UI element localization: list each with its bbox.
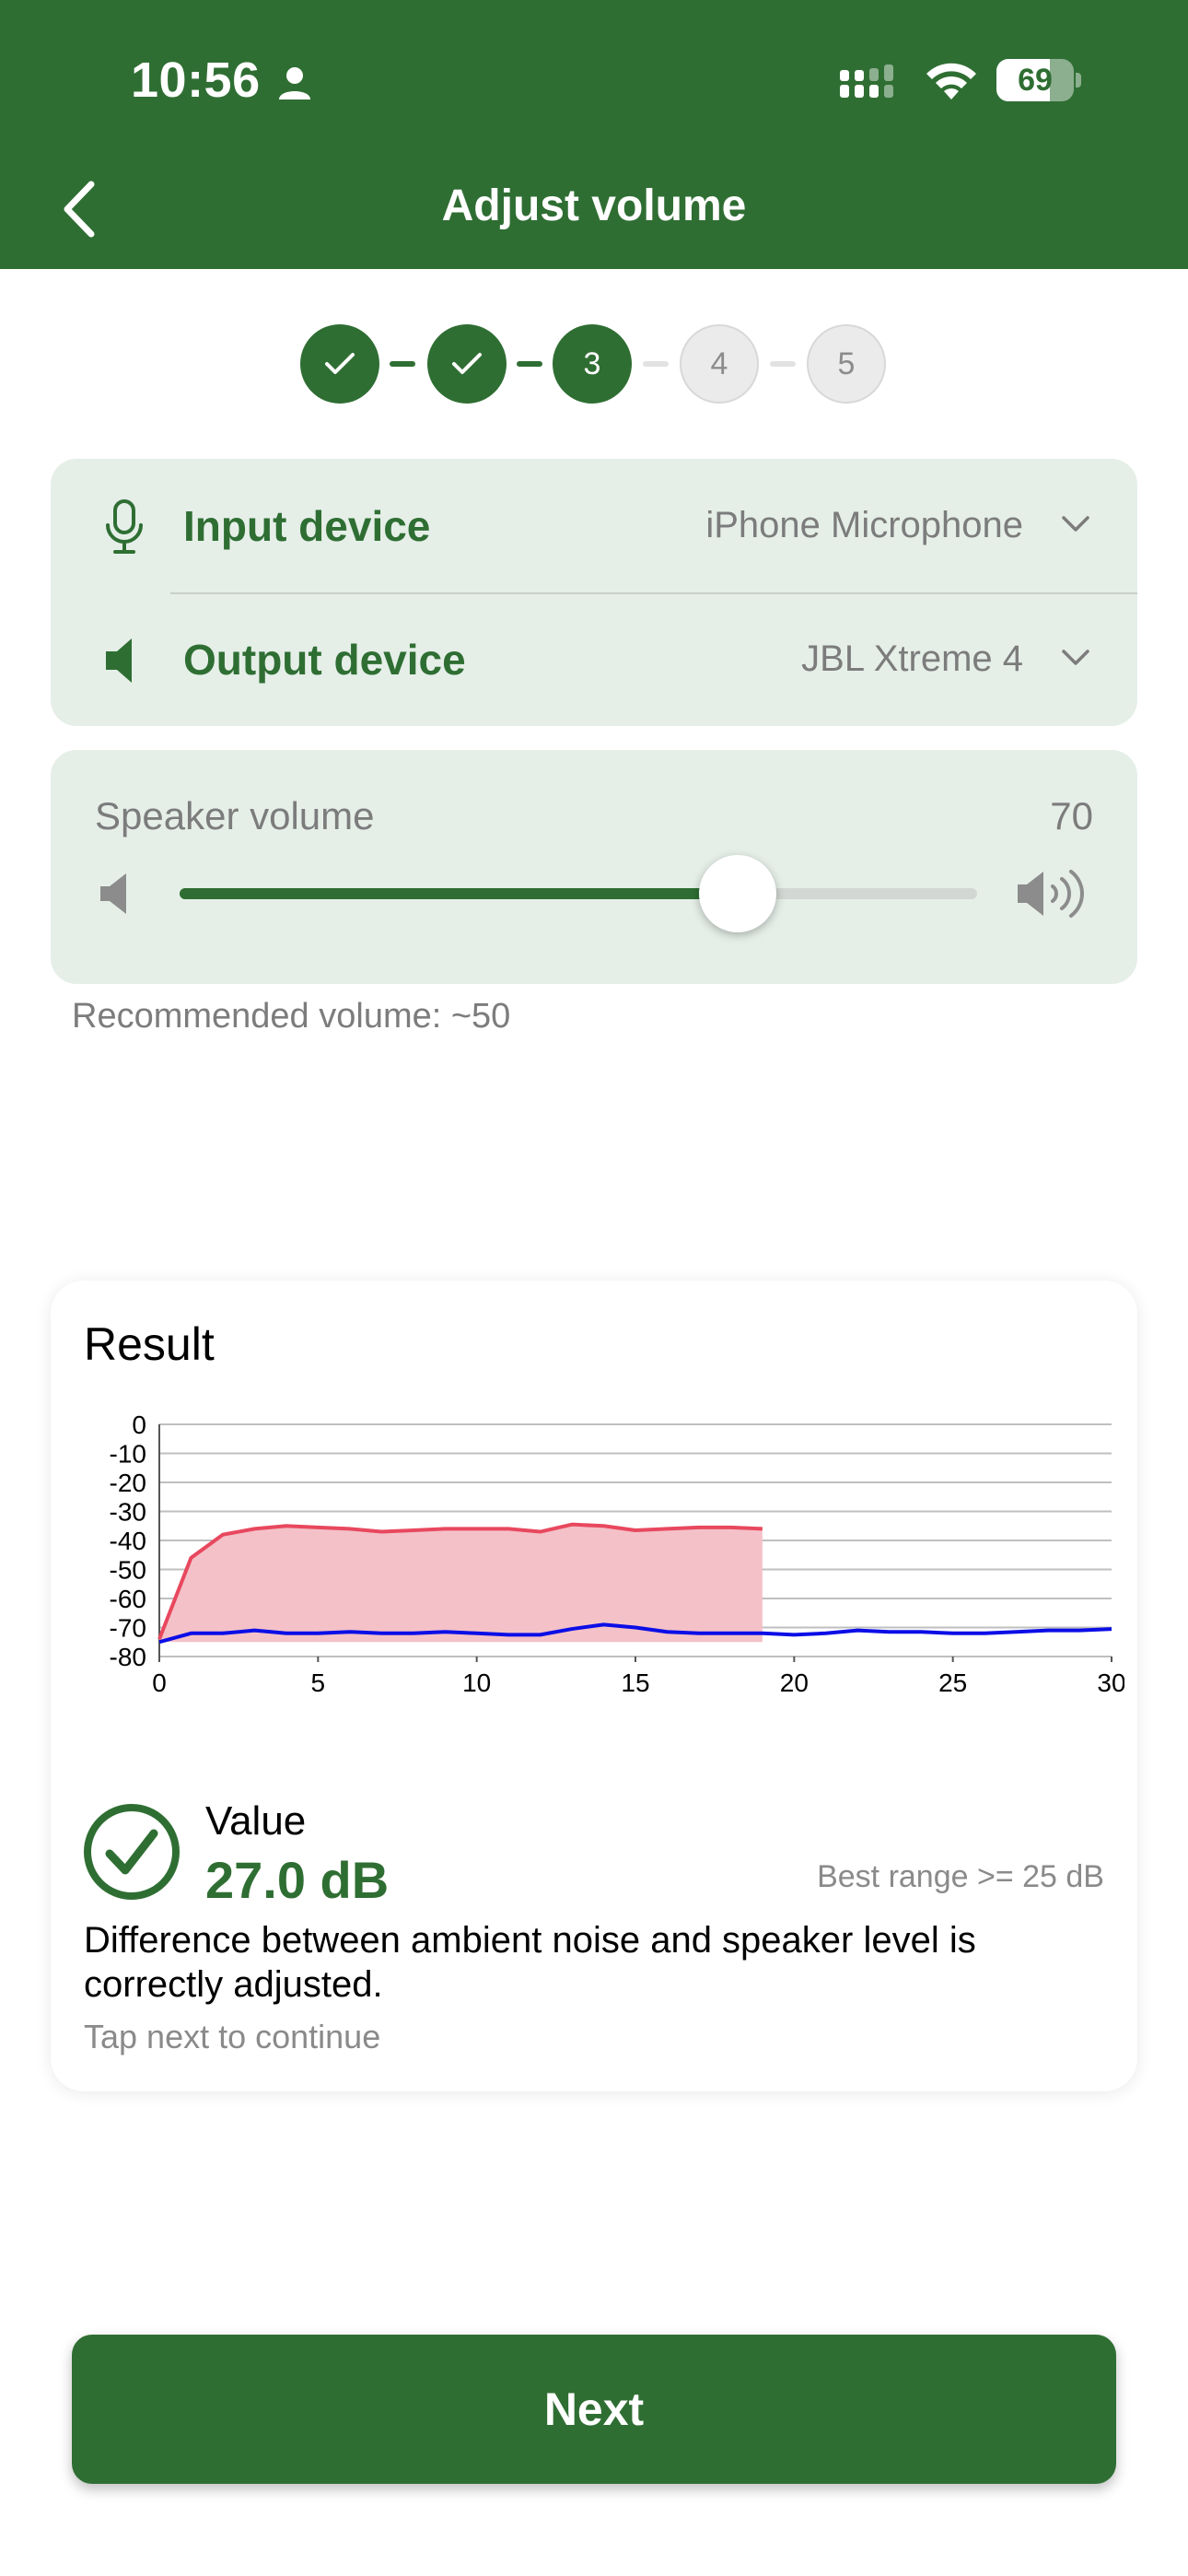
- app-header: 10:56 69 Adjust volume: [0, 0, 1188, 269]
- input-device-row[interactable]: Input device iPhone Microphone: [51, 459, 1137, 592]
- next-button-label: Next: [543, 2383, 645, 2435]
- y-tick-label: -40: [110, 1527, 146, 1555]
- y-tick-label: -80: [110, 1643, 146, 1671]
- input-device-value: iPhone Microphone: [705, 505, 1023, 545]
- output-device-row[interactable]: Output device JBL Xtreme 4: [51, 592, 1137, 726]
- step-4: 4: [680, 324, 759, 404]
- value-label: Value: [205, 1798, 307, 1844]
- result-card: Result 0 -10 -20 -30 -40 -50 -60 -70 -80 0 5 10 15 20…: [51, 1281, 1137, 2091]
- value-db: 27.0 dB: [205, 1851, 390, 1909]
- y-tick-label: 0: [132, 1411, 146, 1439]
- step-3: 3: [553, 324, 632, 404]
- x-tick-label: 10: [462, 1669, 491, 1697]
- x-tick-label: 5: [311, 1669, 326, 1697]
- recommended-volume: Recommended volume: ~50: [72, 997, 511, 1036]
- volume-slider-thumb[interactable]: [699, 855, 777, 932]
- step-connector: [770, 361, 796, 367]
- x-tick-label: 30: [1097, 1669, 1124, 1697]
- page-title: Adjust volume: [441, 181, 747, 230]
- device-card: Input device iPhone Microphone Output de…: [51, 459, 1137, 726]
- next-button[interactable]: Next: [72, 2335, 1116, 2484]
- volume-high-icon: [1018, 870, 1084, 918]
- chevron-down-icon: [1062, 650, 1089, 665]
- y-tick-label: -70: [110, 1614, 146, 1643]
- volume-low-icon: [100, 873, 126, 914]
- step-5: 5: [807, 324, 886, 404]
- battery-percent: 69: [1018, 63, 1053, 98]
- x-tick-label: 15: [621, 1669, 649, 1697]
- y-tick-label: -10: [110, 1440, 146, 1469]
- result-title: Result: [84, 1318, 215, 1370]
- volume-value: 70: [1050, 794, 1093, 837]
- microphone-icon: [106, 499, 143, 554]
- step-connector: [390, 361, 415, 367]
- chevron-down-icon: [1062, 516, 1089, 532]
- checkmark-icon: [452, 353, 482, 374]
- legend-label: Speaker: [444, 1703, 547, 1704]
- step-connector: [517, 361, 542, 367]
- y-tick-label: -50: [110, 1556, 146, 1585]
- volume-card: Speaker volume 70: [51, 750, 1137, 984]
- legend-label: Ambient Noise: [207, 1703, 387, 1704]
- result-hint: Tap next to continue: [84, 2018, 381, 2055]
- step-2: [427, 324, 507, 404]
- y-tick-label: -30: [110, 1498, 146, 1527]
- output-device-value: JBL Xtreme 4: [801, 638, 1023, 679]
- volume-label: Speaker volume: [95, 794, 375, 837]
- volume-slider-fill: [180, 888, 739, 899]
- step-1: [300, 324, 379, 404]
- best-range: Best range >= 25 dB: [817, 1859, 1104, 1894]
- signal-icon: [840, 64, 893, 98]
- x-tick-label: 0: [152, 1669, 167, 1697]
- x-tick-label: 25: [938, 1669, 967, 1697]
- battery-indicator: 69: [996, 59, 1081, 101]
- y-tick-label: -20: [110, 1469, 146, 1497]
- volume-slider[interactable]: [180, 855, 977, 932]
- result-chart: 0-10-20-30-40-50-60-70-80051015202530Amb…: [110, 1411, 1124, 1704]
- speaker-area: [159, 1524, 763, 1643]
- input-device-label: Input device: [183, 502, 431, 550]
- person-icon: [279, 67, 310, 100]
- output-device-label: Output device: [183, 636, 466, 684]
- checkmark-icon: [325, 353, 355, 374]
- result-description: Difference between ambient noise and spe…: [84, 1920, 976, 2005]
- check-circle-icon: [84, 1804, 180, 1900]
- wifi-icon: [926, 63, 976, 100]
- y-tick-label: -60: [110, 1585, 146, 1613]
- speaker-icon: [106, 638, 132, 683]
- x-tick-label: 20: [780, 1669, 809, 1697]
- status-time: 10:56: [131, 53, 261, 108]
- step-connector: [643, 361, 669, 367]
